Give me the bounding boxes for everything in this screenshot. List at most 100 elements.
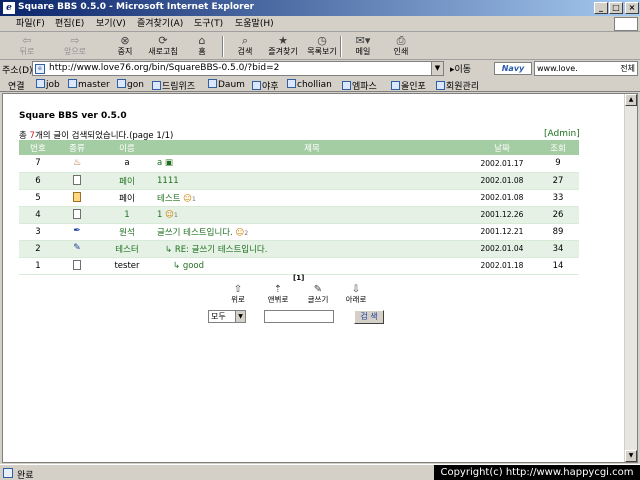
up-arrow-icon: ⇧ xyxy=(233,284,243,295)
row-name[interactable]: 페이 xyxy=(97,172,157,190)
back-arrow-icon: ⇦ xyxy=(22,34,32,47)
forward-arrow-icon: ⇨ xyxy=(70,34,80,47)
subject-link[interactable]: good xyxy=(183,261,204,271)
home-button[interactable]: ⌂ 홈 xyxy=(183,34,221,59)
row-name[interactable]: a xyxy=(97,155,157,173)
search-button-toolbar[interactable]: ⌕ 검색 xyxy=(226,34,264,59)
toolbar-separator xyxy=(340,36,342,57)
link-job[interactable]: job xyxy=(36,79,60,90)
subject-link[interactable]: 1111 xyxy=(157,176,179,186)
go-button[interactable]: ▸이동 xyxy=(450,62,471,75)
search-submit-button[interactable]: 검 색 xyxy=(354,310,384,324)
link-empas[interactable]: 엠파스 xyxy=(342,79,377,92)
link-page-icon xyxy=(68,79,77,88)
link-gon[interactable]: gon xyxy=(117,79,144,90)
link-daum[interactable]: Daum xyxy=(208,79,245,90)
subject-link[interactable]: 글쓰기 테스트입니다. xyxy=(157,228,233,238)
window-titlebar[interactable]: e Square BBS 0.5.0 - Microsoft Internet … xyxy=(0,0,640,16)
row-views: 33 xyxy=(537,189,579,207)
address-url: http://www.love76.org/bin/SquareBBS-0.5.… xyxy=(49,63,280,73)
search-field-select[interactable]: 모두 ▼ xyxy=(208,310,246,323)
select-dropdown-icon: ▼ xyxy=(235,311,245,322)
stop-button[interactable]: ⊗ 중지 xyxy=(106,34,144,59)
row-number: 4 xyxy=(19,206,57,224)
scroll-up-icon[interactable]: ▲ xyxy=(625,94,637,106)
row-subject: ↳ good xyxy=(157,257,467,275)
vertical-scrollbar[interactable]: ▲ ▼ xyxy=(624,94,637,462)
menu-help[interactable]: 도움말(H) xyxy=(235,17,274,31)
search-label: 검색 xyxy=(237,47,253,56)
subject-link[interactable]: 1 xyxy=(157,210,162,220)
page-viewport: Square BBS ver 0.5.0 총 7개의 글이 검색되었습니다.(p… xyxy=(2,93,638,463)
admin-link[interactable]: [Admin] xyxy=(544,129,580,139)
list-button[interactable]: ⇡ 앤뷔로 xyxy=(261,284,295,305)
row-date: 2002.01.17 xyxy=(467,155,537,173)
menu-favorites[interactable]: 즐겨찾기(A) xyxy=(137,17,183,31)
windows-logo-icon xyxy=(614,17,638,31)
minimize-button[interactable]: _ xyxy=(594,2,608,14)
refresh-button[interactable]: ⟳ 새로고침 xyxy=(144,34,182,59)
row-date: 2002.01.04 xyxy=(467,240,537,258)
link-yahoo[interactable]: 야후 xyxy=(252,79,279,92)
link-allinfo[interactable]: 올인포 xyxy=(391,79,426,92)
link-dreamwiz[interactable]: 드림위즈 xyxy=(152,79,195,92)
forward-button[interactable]: ⇨ 앞으로 xyxy=(56,34,94,59)
reply-arrow-icon: ↳ xyxy=(165,244,173,255)
maximize-button[interactable]: □ xyxy=(609,2,623,14)
row-name[interactable]: 원석 xyxy=(97,223,157,241)
page-indicator[interactable]: [1] xyxy=(293,274,304,282)
navy-search-scope[interactable]: 전체 xyxy=(620,62,635,75)
link-page-icon xyxy=(391,81,400,90)
link-page-icon xyxy=(287,79,296,88)
link-label: 야후 xyxy=(262,82,279,92)
subject-link[interactable]: a xyxy=(157,158,162,168)
back-label: 뒤로 xyxy=(19,47,35,56)
mail-button[interactable]: ✉▾ 메일 xyxy=(344,34,382,59)
link-label: 엠파스 xyxy=(352,82,377,92)
down-arrow-icon: ⇩ xyxy=(351,284,361,295)
row-subject: a ▣ xyxy=(157,155,467,173)
prev-button[interactable]: ⇧ 위로 xyxy=(221,284,255,305)
favorites-button[interactable]: ★ 즐겨찾기 xyxy=(264,34,302,59)
menu-view[interactable]: 보기(V) xyxy=(96,17,126,31)
link-chollian[interactable]: chollian xyxy=(287,79,332,90)
close-button[interactable]: × xyxy=(625,2,639,14)
row-type xyxy=(57,189,97,207)
link-members[interactable]: 회원관리 xyxy=(436,79,479,92)
ie-icon: e xyxy=(3,2,15,14)
row-name[interactable]: 페이 xyxy=(97,189,157,207)
table-row: 1 tester ↳ good 2002.01.18 14 xyxy=(19,257,579,275)
status-text: 완료 xyxy=(17,471,34,480)
search-input[interactable] xyxy=(264,310,334,323)
print-button[interactable]: ⎙ 인쇄 xyxy=(382,34,420,59)
search-icon: ⌕ xyxy=(241,34,249,47)
menu-tools[interactable]: 도구(T) xyxy=(194,17,223,31)
link-page-icon xyxy=(152,81,161,90)
scroll-down-icon[interactable]: ▼ xyxy=(625,450,637,462)
subject-link[interactable]: 테스트 xyxy=(157,194,180,204)
link-page-icon xyxy=(117,79,126,88)
page-done-icon xyxy=(3,468,13,478)
favorites-label: 즐겨찾기 xyxy=(268,47,298,56)
history-button[interactable]: ◷ 목록보기 xyxy=(303,34,341,59)
link-master[interactable]: master xyxy=(68,79,110,90)
address-input[interactable]: e http://www.love76.org/bin/SquareBBS-0.… xyxy=(32,61,444,76)
mail-icon: ✉▾ xyxy=(355,34,371,47)
comment-count: 2 xyxy=(244,229,249,237)
table-row: 4 1 1 ☺1 2001.12.26 26 xyxy=(19,206,579,224)
col-views: 조회 xyxy=(537,140,579,155)
row-name[interactable]: tester xyxy=(97,257,157,275)
stop-label: 중지 xyxy=(117,47,133,56)
subject-link[interactable]: RE: 글쓰기 테스트입니다. xyxy=(175,245,268,255)
address-dropdown-icon[interactable]: ▼ xyxy=(431,62,443,75)
next-button[interactable]: ⇩ 아래로 xyxy=(339,284,373,305)
row-name[interactable]: 1 xyxy=(97,206,157,224)
menu-file[interactable]: 파일(F) xyxy=(16,17,45,31)
navy-search-input[interactable]: www.love. 전체 xyxy=(534,61,638,76)
write-button[interactable]: ✎ 글쓰기 xyxy=(301,284,335,305)
menu-edit[interactable]: 편집(E) xyxy=(55,17,84,31)
back-button[interactable]: ⇦ 뒤로 xyxy=(8,34,46,59)
refresh-label: 새로고침 xyxy=(148,47,178,56)
row-name[interactable]: 테스터 xyxy=(97,240,157,258)
table-header: 번호 종류 이름 제목 날짜 조회 xyxy=(19,140,579,155)
